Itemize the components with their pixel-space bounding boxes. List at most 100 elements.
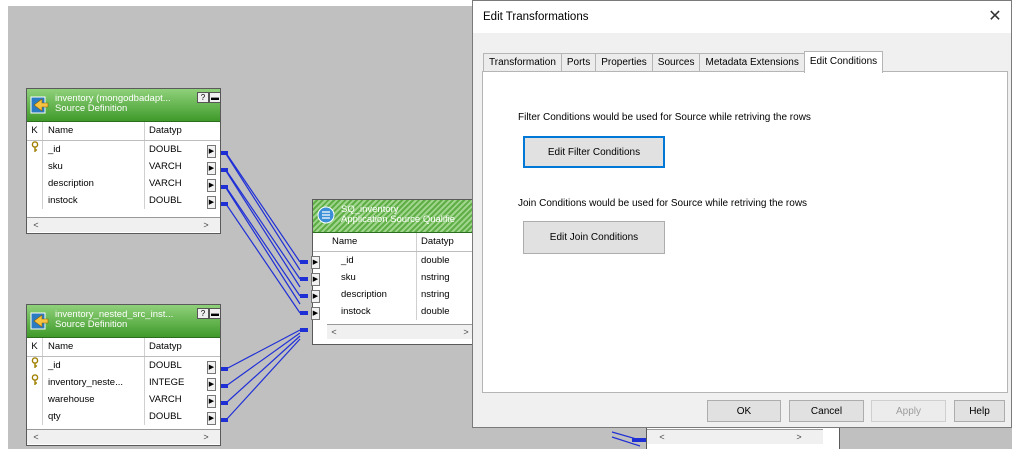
link-endpoint: [632, 438, 646, 442]
input-port[interactable]: ▶: [311, 290, 320, 303]
link-endpoint: [300, 277, 308, 281]
field-name: _id: [327, 252, 417, 269]
table-row[interactable]: description nstring: [313, 286, 475, 303]
table-row[interactable]: sku nstring: [313, 269, 475, 286]
table-row[interactable]: inventory_neste... INTEGE: [27, 374, 220, 391]
join-conditions-text: Join Conditions would be used for Source…: [518, 198, 808, 209]
field-type: VARCH: [149, 161, 182, 172]
table-header[interactable]: SQ_inventory Application Source Qualifie: [313, 200, 475, 233]
scroll-right-icon[interactable]: >: [792, 430, 806, 444]
table-row[interactable]: _id DOUBL: [27, 141, 220, 158]
link-nested-wh: [225, 335, 301, 404]
col-key-header: K: [27, 122, 43, 140]
field-type: DOUBL: [149, 195, 182, 206]
field-type: DOUBL: [149, 144, 182, 155]
cancel-button[interactable]: Cancel: [789, 400, 864, 422]
field-type: double: [421, 255, 450, 266]
field-name: sku: [43, 158, 145, 175]
output-port[interactable]: ▶: [207, 395, 216, 408]
source-definition-icon: [30, 96, 49, 114]
tab-edit-conditions[interactable]: Edit Conditions: [803, 51, 884, 73]
output-port[interactable]: ▶: [207, 196, 216, 209]
field-name: instock: [327, 303, 417, 320]
table-header[interactable]: inventory_nested_src_inst... Source Defi…: [27, 305, 221, 338]
output-port[interactable]: ▶: [207, 412, 216, 425]
output-port[interactable]: ▶: [207, 162, 216, 175]
dialog-title: Edit Transformations: [483, 11, 589, 23]
link-nested-ref: [225, 332, 301, 387]
minimize-icon[interactable]: ▬: [209, 92, 221, 103]
col-name-header: Name: [43, 338, 145, 356]
output-port[interactable]: ▶: [207, 361, 216, 374]
ok-button[interactable]: OK: [707, 400, 781, 422]
apply-button[interactable]: Apply: [871, 400, 946, 422]
help-icon[interactable]: ?: [197, 308, 209, 319]
col-type-header: Datatyp: [149, 125, 182, 136]
help-button[interactable]: Help: [954, 400, 1005, 422]
source-qualifier-sq-inventory[interactable]: SQ_inventory Application Source Qualifie…: [311, 199, 476, 345]
tab-metadata-extensions[interactable]: Metadata Extensions: [699, 53, 805, 72]
horizontal-scrollbar[interactable]: < >: [27, 217, 220, 232]
dialog-title-bar[interactable]: Edit Transformations: [473, 1, 1011, 33]
input-port[interactable]: ▶: [311, 256, 320, 269]
table-row[interactable]: _id DOUBL: [27, 357, 220, 374]
tab-properties[interactable]: Properties: [595, 53, 653, 72]
link-instock: [225, 203, 301, 314]
table-header[interactable]: inventory (mongodbadapt... Source Defini…: [27, 89, 221, 122]
table-row[interactable]: _id double: [313, 252, 475, 269]
input-port[interactable]: ▶: [311, 307, 320, 320]
scroll-right-icon[interactable]: >: [459, 325, 473, 339]
col-type-header: Datatyp: [149, 341, 182, 352]
scroll-left-icon[interactable]: <: [655, 430, 669, 444]
edit-join-conditions-button[interactable]: Edit Join Conditions: [523, 221, 665, 254]
key-icon: [27, 141, 43, 158]
link-id-1: [225, 153, 301, 271]
link-endpoint: [300, 328, 308, 332]
link-endpoint: [300, 294, 308, 298]
field-type: VARCH: [149, 394, 182, 405]
tab-transformation[interactable]: Transformation: [483, 53, 562, 72]
link-description: [225, 186, 301, 297]
close-icon[interactable]: ✕: [983, 5, 1007, 29]
table-row[interactable]: qty DOUBL: [27, 408, 220, 425]
table-row[interactable]: sku VARCH: [27, 158, 220, 175]
edit-transformations-dialog[interactable]: Edit Transformations ✕ Transformation Po…: [472, 0, 1012, 428]
tab-ports[interactable]: Ports: [560, 53, 597, 72]
output-port[interactable]: ▶: [207, 179, 216, 192]
edit-filter-conditions-button[interactable]: Edit Filter Conditions: [523, 136, 665, 168]
tab-bar: Transformation Ports Properties Sources …: [483, 51, 884, 73]
col-type-header: Datatyp: [421, 236, 454, 247]
table-row[interactable]: instock double: [313, 303, 475, 320]
link-endpoint: [300, 311, 308, 315]
input-port[interactable]: ▶: [311, 273, 320, 286]
scroll-left-icon[interactable]: <: [29, 218, 43, 232]
source-definition-inventory-nested[interactable]: inventory_nested_src_inst... Source Defi…: [26, 304, 221, 446]
field-name: _id: [43, 141, 145, 158]
scroll-right-icon[interactable]: >: [199, 218, 213, 232]
horizontal-scrollbar[interactable]: < >: [327, 324, 475, 339]
scroll-right-icon[interactable]: >: [199, 430, 213, 444]
table-row[interactable]: description VARCH: [27, 175, 220, 192]
table-subtitle: Source Definition: [55, 319, 128, 330]
table-row[interactable]: warehouse VARCH: [27, 391, 220, 408]
link-sku: [225, 169, 301, 280]
filter-conditions-text: Filter Conditions would be used for Sour…: [518, 112, 811, 123]
tab-sources[interactable]: Sources: [651, 53, 701, 72]
help-icon[interactable]: ?: [197, 92, 209, 103]
scroll-left-icon[interactable]: <: [29, 430, 43, 444]
table-row[interactable]: instock DOUBL: [27, 192, 220, 209]
column-headers: K Name Datatyp: [27, 122, 220, 141]
source-definition-inventory[interactable]: inventory (mongodbadapt... Source Defini…: [26, 88, 221, 234]
output-port[interactable]: ▶: [207, 145, 216, 158]
scroll-left-icon[interactable]: <: [327, 325, 341, 339]
col-key-header: K: [27, 338, 43, 356]
link-nested-id: [225, 329, 301, 370]
minimize-icon[interactable]: ▬: [209, 308, 221, 319]
horizontal-scrollbar[interactable]: < >: [27, 429, 220, 444]
hidden-transformation-fragment[interactable]: < >: [646, 426, 840, 449]
horizontal-scrollbar[interactable]: < >: [647, 429, 823, 444]
source-qualifier-icon: [317, 206, 335, 224]
output-port[interactable]: ▶: [207, 378, 216, 391]
key-icon: [27, 374, 43, 391]
source-definition-icon: [30, 312, 49, 330]
